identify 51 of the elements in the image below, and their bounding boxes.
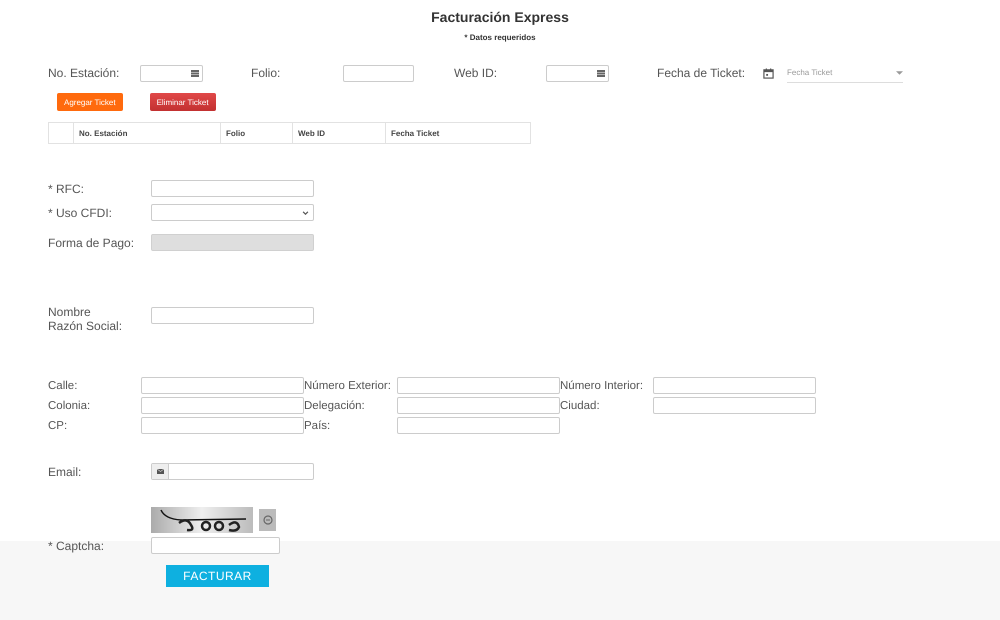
input-field[interactable] bbox=[397, 377, 560, 394]
input-field[interactable] bbox=[653, 397, 816, 414]
chevron-down-icon bbox=[302, 210, 309, 214]
submit-button[interactable]: FACTURAR bbox=[166, 565, 269, 587]
input-field[interactable] bbox=[397, 417, 560, 434]
page-title: Facturación Express bbox=[430, 8, 570, 25]
input-field[interactable] bbox=[141, 377, 304, 394]
remove-ticket-button[interactable]: Eliminar Ticket bbox=[150, 93, 216, 111]
field-label: Nombre Razón Social: bbox=[48, 305, 124, 333]
keypad-icon bbox=[597, 70, 605, 76]
add-ticket-button[interactable]: Agregar Ticket bbox=[57, 93, 123, 111]
field-label: Delegación: bbox=[304, 400, 366, 412]
column-header: No. Estación bbox=[74, 122, 220, 144]
column-header: Web ID bbox=[292, 122, 386, 144]
field-label: * Uso CFDI: bbox=[48, 206, 114, 220]
field-label: * RFC: bbox=[48, 182, 85, 196]
required-note: * Datos requeridos bbox=[463, 33, 537, 42]
field-label: Calle: bbox=[48, 380, 78, 392]
input-field[interactable] bbox=[397, 397, 560, 414]
input-field[interactable] bbox=[151, 306, 314, 324]
field-label: Fecha de Ticket: bbox=[657, 66, 746, 80]
input-field[interactable] bbox=[653, 377, 816, 394]
input-field[interactable] bbox=[140, 64, 203, 82]
input-field[interactable] bbox=[151, 537, 280, 554]
field-label: No. Estación: bbox=[48, 66, 120, 80]
field-label: Colonia: bbox=[48, 400, 92, 412]
input-field[interactable] bbox=[343, 64, 414, 82]
field-label: País: bbox=[304, 420, 332, 432]
keypad-icon bbox=[191, 70, 199, 76]
field-label: Web ID: bbox=[454, 66, 498, 80]
input-field[interactable] bbox=[546, 64, 609, 82]
calendar-icon[interactable] bbox=[763, 68, 774, 78]
select-field[interactable] bbox=[151, 204, 314, 221]
field-label: Folio: bbox=[251, 66, 282, 80]
input-field[interactable] bbox=[141, 397, 304, 414]
email-field[interactable] bbox=[151, 463, 314, 480]
field-label: * Captcha: bbox=[48, 538, 106, 552]
refresh-button[interactable] bbox=[259, 509, 276, 531]
column-header: Folio bbox=[220, 122, 292, 144]
input-field[interactable] bbox=[151, 180, 314, 197]
input-field[interactable] bbox=[141, 417, 304, 434]
column-header: Fecha Ticket bbox=[386, 122, 530, 144]
field-label: Número Interior: bbox=[560, 380, 644, 392]
envelope-icon bbox=[156, 469, 164, 474]
field-label: Forma de Pago: bbox=[48, 236, 136, 250]
date-field[interactable]: Fecha Ticket bbox=[787, 63, 903, 83]
field-label: Ciudad: bbox=[560, 400, 601, 412]
field-label: Email: bbox=[48, 464, 82, 478]
field-label: CP: bbox=[48, 420, 68, 432]
field-label: Número Exterior: bbox=[304, 380, 392, 392]
caret-icon bbox=[896, 70, 903, 74]
